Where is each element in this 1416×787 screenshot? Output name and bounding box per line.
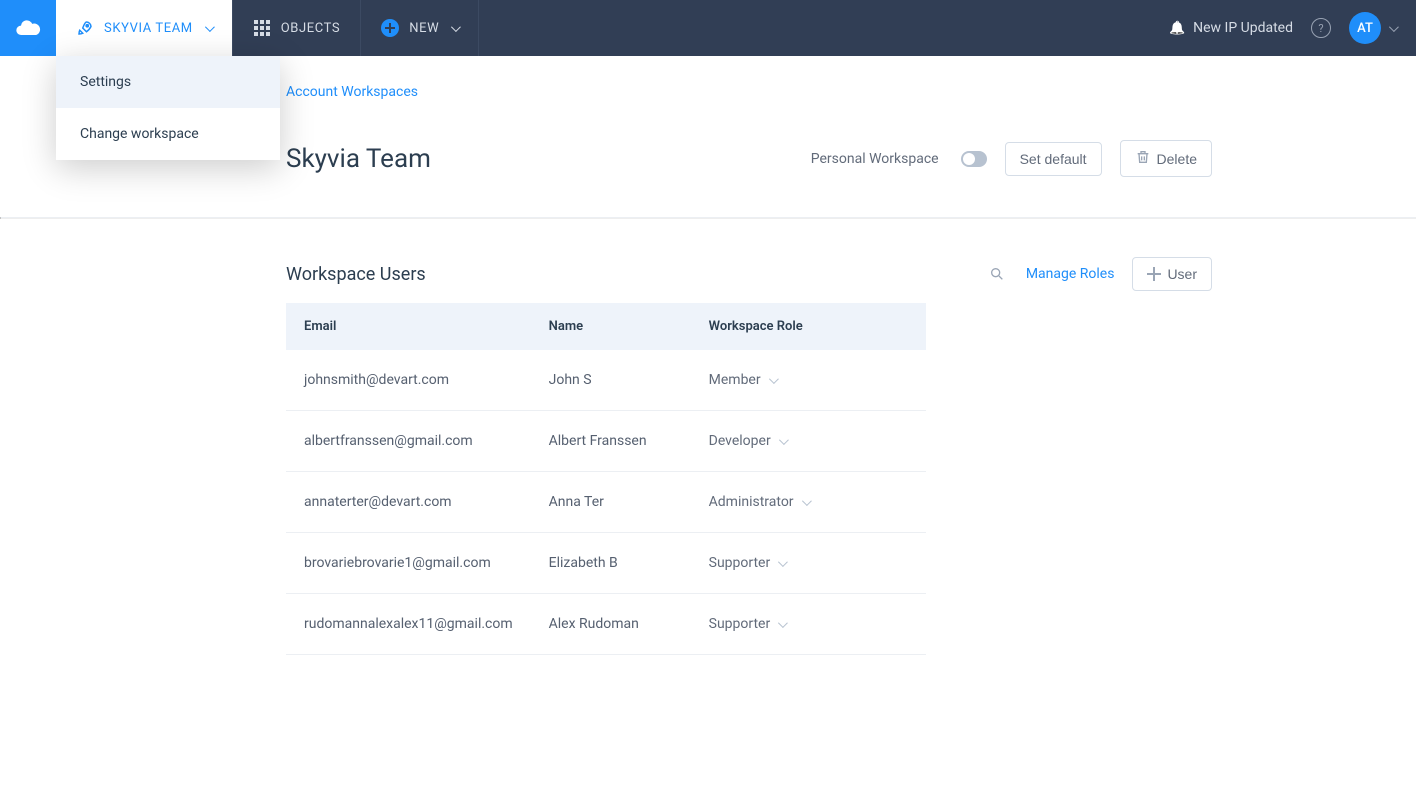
notification-text: New IP Updated <box>1193 20 1293 36</box>
role-select[interactable]: Supporter <box>709 616 786 632</box>
cell-role: Supporter <box>691 533 926 594</box>
cell-email: rudomannalexalex11@gmail.com <box>286 594 531 655</box>
nav-team-label: SKYVIA TEAM <box>104 21 193 36</box>
divider <box>0 217 1416 219</box>
add-user-button[interactable]: User <box>1132 257 1212 291</box>
chevron-down-icon <box>769 372 776 388</box>
table-row: annaterter@devart.comAnna Ter Administrat… <box>286 472 926 533</box>
cell-email: johnsmith@devart.com <box>286 350 531 411</box>
col-email: Email <box>286 303 531 350</box>
search-icon <box>989 266 1005 282</box>
table-row: rudomannalexalex11@gmail.comAlex Rudoman… <box>286 594 926 655</box>
table-row: johnsmith@devart.comJohn S Member <box>286 350 926 411</box>
cell-name: Anna Ter <box>531 472 691 533</box>
topbar: SKYVIA TEAM Settings Change workspace OB… <box>0 0 1416 56</box>
chevron-down-icon <box>451 21 458 36</box>
cell-name: Elizabeth B <box>531 533 691 594</box>
notification[interactable]: New IP Updated <box>1169 20 1293 36</box>
bell-icon <box>1169 20 1185 36</box>
table-row: brovariebrovarie1@gmail.comElizabeth B Su… <box>286 533 926 594</box>
rocket-icon <box>76 19 94 37</box>
nav-new[interactable]: NEW <box>361 0 479 56</box>
cell-name: Alex Rudoman <box>531 594 691 655</box>
chevron-down-icon <box>205 21 212 36</box>
col-name: Name <box>531 303 691 350</box>
cell-email: annaterter@devart.com <box>286 472 531 533</box>
col-role: Workspace Role <box>691 303 926 350</box>
set-default-button[interactable]: Set default <box>1005 142 1102 176</box>
cell-role: Member <box>691 350 926 411</box>
users-table: Email Name Workspace Role johnsmith@deva… <box>286 303 926 655</box>
plus-icon <box>1147 267 1161 281</box>
nav-objects[interactable]: OBJECTS <box>233 0 361 56</box>
dropdown-settings[interactable]: Settings <box>56 56 280 108</box>
cell-email: albertfranssen@gmail.com <box>286 411 531 472</box>
chevron-down-icon <box>778 555 785 571</box>
chevron-down-icon <box>1389 20 1396 36</box>
avatar: AT <box>1349 12 1381 44</box>
users-section: Workspace Users Manage Roles User Email <box>286 257 1212 655</box>
role-select[interactable]: Developer <box>709 433 786 449</box>
cell-role: Supporter <box>691 594 926 655</box>
delete-button[interactable]: Delete <box>1120 140 1212 177</box>
nav-objects-label: OBJECTS <box>281 21 340 36</box>
personal-workspace-label: Personal Workspace <box>811 151 939 167</box>
cloud-icon <box>14 14 42 42</box>
grid-icon <box>253 19 271 37</box>
cell-name: John S <box>531 350 691 411</box>
page-header: Skyvia Team Personal Workspace Set defau… <box>286 140 1212 217</box>
page-title: Skyvia Team <box>286 144 811 174</box>
chevron-down-icon <box>802 494 809 510</box>
logo[interactable] <box>0 0 56 56</box>
users-title: Workspace Users <box>286 264 986 285</box>
team-dropdown: Settings Change workspace <box>56 56 280 160</box>
cell-role: Administrator <box>691 472 926 533</box>
manage-roles-link[interactable]: Manage Roles <box>1026 266 1115 282</box>
breadcrumb: Account Workspaces <box>286 84 1212 100</box>
search-button[interactable] <box>986 263 1008 285</box>
role-select[interactable]: Administrator <box>709 494 809 510</box>
help-icon[interactable]: ? <box>1311 18 1331 38</box>
account-menu[interactable]: AT <box>1349 12 1396 44</box>
topbar-right: New IP Updated ? AT <box>1149 0 1416 56</box>
nav-team[interactable]: SKYVIA TEAM Settings Change workspace <box>56 0 233 56</box>
cell-role: Developer <box>691 411 926 472</box>
role-select[interactable]: Supporter <box>709 555 786 571</box>
chevron-down-icon <box>778 616 785 632</box>
dropdown-change-workspace[interactable]: Change workspace <box>56 108 280 160</box>
table-row: albertfranssen@gmail.comAlbert Franssen D… <box>286 411 926 472</box>
cell-email: brovariebrovarie1@gmail.com <box>286 533 531 594</box>
nav-new-label: NEW <box>409 21 439 36</box>
plus-circle-icon <box>381 19 399 37</box>
cell-name: Albert Franssen <box>531 411 691 472</box>
role-select[interactable]: Member <box>709 372 776 388</box>
personal-workspace-toggle[interactable] <box>961 151 987 167</box>
breadcrumb-link[interactable]: Account Workspaces <box>286 84 418 100</box>
chevron-down-icon <box>779 433 786 449</box>
trash-icon <box>1135 149 1151 168</box>
